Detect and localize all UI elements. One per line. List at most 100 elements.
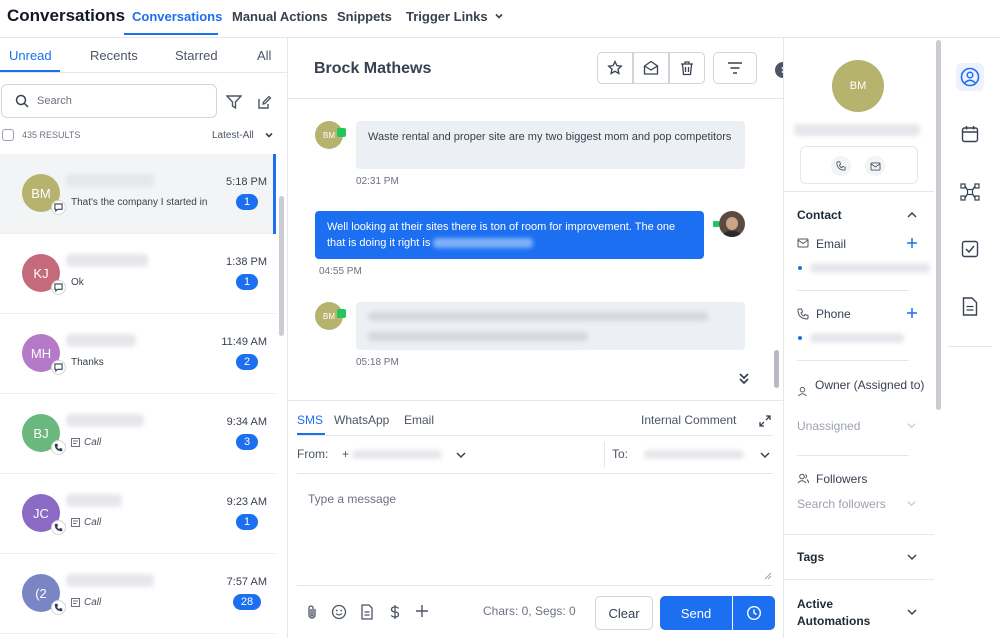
message-input[interactable]: Type a message	[308, 492, 396, 506]
delete-button[interactable]	[669, 52, 705, 84]
notes-tab-button[interactable]	[956, 292, 984, 320]
tab-internal-comment[interactable]: Internal Comment	[641, 413, 736, 427]
active-automations-section-title[interactable]: Active Automations	[797, 596, 887, 630]
followers-search-input[interactable]: Search followers	[797, 497, 886, 511]
chevron-down-icon	[760, 452, 770, 459]
tab-sms[interactable]: SMS	[297, 413, 323, 427]
character-count: Chars: 0, Segs: 0	[483, 604, 576, 618]
filter-messages-button[interactable]	[713, 52, 757, 84]
nav-manual-actions[interactable]: Manual Actions	[232, 9, 328, 24]
send-button[interactable]: Send	[660, 596, 732, 630]
add-email-icon[interactable]	[906, 237, 918, 249]
messages-scrollbar[interactable]	[774, 350, 779, 388]
tab-recents[interactable]: Recents	[90, 48, 138, 63]
app-title: Conversations	[7, 6, 126, 25]
scroll-to-bottom-icon[interactable]	[737, 371, 751, 385]
divider	[0, 72, 288, 73]
tab-whatsapp[interactable]: WhatsApp	[334, 413, 389, 427]
phone-label: Phone	[816, 307, 851, 321]
chevron-down-icon	[456, 452, 466, 459]
attachment-icon[interactable]	[305, 604, 319, 620]
add-phone-icon[interactable]	[906, 307, 918, 319]
redacted-contact-name	[66, 494, 122, 507]
chevron-down-icon[interactable]	[906, 551, 918, 563]
tasks-tab-button[interactable]	[956, 235, 984, 263]
conversation-item[interactable]: (2 Call 7:57 AM 28	[0, 554, 276, 634]
search-input[interactable]: Search	[1, 84, 217, 118]
calendar-tab-button[interactable]	[956, 120, 984, 148]
redacted-phone	[644, 450, 744, 459]
conversation-item[interactable]: KJ Ok 1:38 PM 1	[0, 234, 276, 314]
selected-indicator	[273, 154, 276, 234]
owner-label: Owner (Assigned to)	[815, 378, 925, 392]
list-scrollbar[interactable]	[279, 196, 284, 336]
contact-tab-button[interactable]	[956, 63, 984, 91]
network-icon	[960, 183, 980, 201]
emoji-icon[interactable]	[331, 604, 347, 620]
compose-icon[interactable]	[257, 95, 272, 110]
avatar: BM	[315, 302, 346, 330]
user-avatar	[719, 211, 745, 237]
chevron-up-icon[interactable]	[906, 209, 918, 221]
tab-unread[interactable]: Unread	[9, 48, 52, 63]
chat-icon	[54, 283, 63, 292]
conversation-item[interactable]: JC Call 9:23 AM 1	[0, 474, 276, 554]
email-button[interactable]	[865, 156, 885, 176]
filter-lines-icon	[728, 62, 742, 74]
star-button[interactable]	[597, 52, 633, 84]
to-label: To:	[612, 447, 629, 461]
dollar-icon[interactable]	[388, 604, 402, 620]
conversation-preview: Ok	[71, 277, 84, 288]
document-icon[interactable]	[360, 604, 374, 620]
tab-email[interactable]: Email	[404, 413, 434, 427]
tab-all[interactable]: All	[257, 48, 271, 63]
redacted-contact-name	[66, 574, 154, 587]
conversation-time: 5:18 PM	[226, 176, 267, 188]
plus-icon[interactable]	[415, 604, 429, 618]
redacted-contact-name	[66, 174, 154, 187]
select-all-checkbox[interactable]	[2, 129, 14, 141]
redacted-contact-name	[66, 334, 136, 347]
details-scrollbar[interactable]	[936, 40, 941, 410]
from-select[interactable]: +	[342, 445, 472, 463]
chevron-down-icon[interactable]	[906, 606, 918, 618]
primary-dot	[798, 266, 802, 270]
conversation-item[interactable]: BJ Call 9:34 AM 3	[0, 394, 276, 474]
redacted-contact-name	[66, 254, 148, 267]
redacted-text	[368, 332, 588, 341]
conversation-preview: Call	[84, 597, 102, 608]
nav-conversations[interactable]: Conversations	[132, 9, 222, 24]
resize-handle-icon[interactable]	[764, 572, 772, 580]
sms-badge-icon	[337, 128, 346, 137]
sort-label: Latest-All	[212, 130, 254, 141]
avatar: BM	[315, 121, 346, 149]
tags-section-title[interactable]: Tags	[797, 550, 824, 564]
schedule-send-button[interactable]	[733, 596, 775, 630]
conversation-preview: Call	[84, 517, 102, 528]
divider	[948, 346, 992, 347]
conversation-item[interactable]: BM That's the company I started in 5:18 PM…	[0, 154, 276, 234]
tab-starred[interactable]: Starred	[175, 48, 218, 63]
filter-icon[interactable]	[226, 95, 242, 109]
nav-snippets[interactable]: Snippets	[337, 9, 392, 24]
expand-icon[interactable]	[759, 415, 771, 427]
sort-select[interactable]: Latest-All	[212, 130, 274, 141]
nav-trigger-links[interactable]: Trigger Links	[406, 9, 504, 24]
conversation-preview: Call	[84, 437, 102, 448]
mark-unread-button[interactable]	[633, 52, 669, 84]
call-button[interactable]	[831, 156, 851, 176]
clear-button[interactable]: Clear	[595, 596, 653, 630]
from-label: From:	[297, 447, 329, 461]
user-circle-icon	[960, 67, 980, 87]
message-outgoing: Well looking at their sites there is ton…	[315, 211, 704, 259]
chevron-down-icon[interactable]	[906, 420, 917, 431]
to-select[interactable]	[638, 445, 773, 463]
conversation-panel: Brock Mathews BM Waste rental and proper…	[288, 38, 783, 638]
chevron-down-icon[interactable]	[906, 498, 917, 509]
chat-icon	[54, 363, 63, 372]
opportunities-tab-button[interactable]	[956, 178, 984, 206]
conversation-item[interactable]: MH Thanks 11:49 AM 2	[0, 314, 276, 394]
chevron-down-icon	[495, 13, 503, 19]
owner-select[interactable]: Unassigned	[797, 419, 860, 433]
envelope-icon	[870, 161, 880, 171]
